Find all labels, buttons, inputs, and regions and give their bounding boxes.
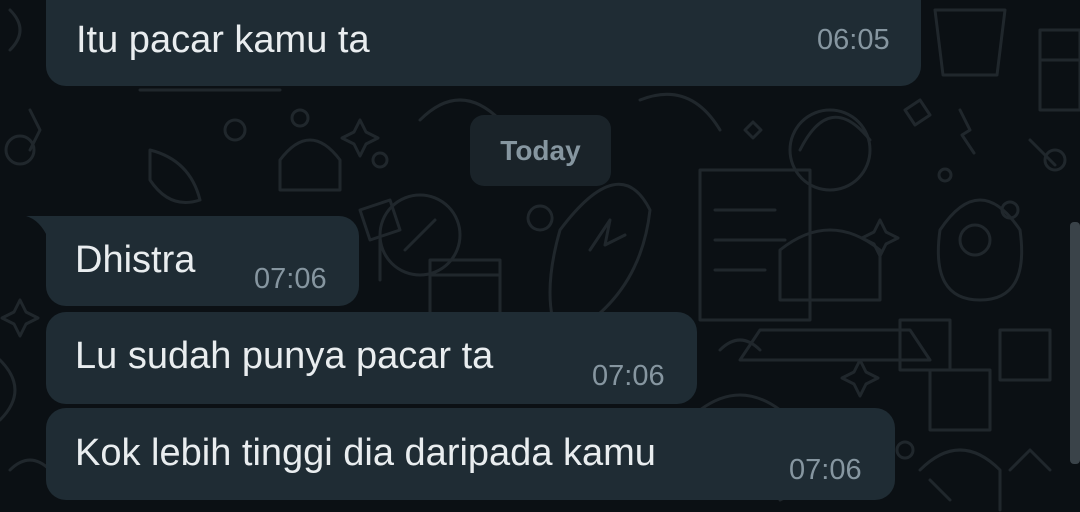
- message-timestamp: 07:06: [789, 454, 862, 486]
- message-timestamp: 07:06: [592, 360, 665, 392]
- message-bubble[interactable]: Lu sudah punya pacar ta 07:06: [46, 312, 697, 404]
- scrollbar[interactable]: [1070, 222, 1080, 464]
- message-text: Dhistra: [75, 239, 196, 281]
- message-bubble[interactable]: Itu pacar kamu ta 06:05: [46, 0, 921, 86]
- message-text: Kok lebih tinggi dia daripada kamu: [75, 432, 656, 474]
- date-divider: Today: [470, 115, 611, 186]
- message-text: Lu sudah punya pacar ta: [75, 335, 494, 377]
- message-timestamp: 06:05: [817, 24, 890, 56]
- chat-view: Itu pacar kamu ta 06:05 Today Dhistra 07…: [0, 0, 1080, 512]
- message-bubble[interactable]: Dhistra 07:06: [46, 216, 359, 306]
- message-text: Itu pacar kamu ta: [76, 19, 370, 61]
- message-timestamp: 07:06: [254, 263, 327, 295]
- message-bubble[interactable]: Kok lebih tinggi dia daripada kamu 07:06: [46, 408, 895, 500]
